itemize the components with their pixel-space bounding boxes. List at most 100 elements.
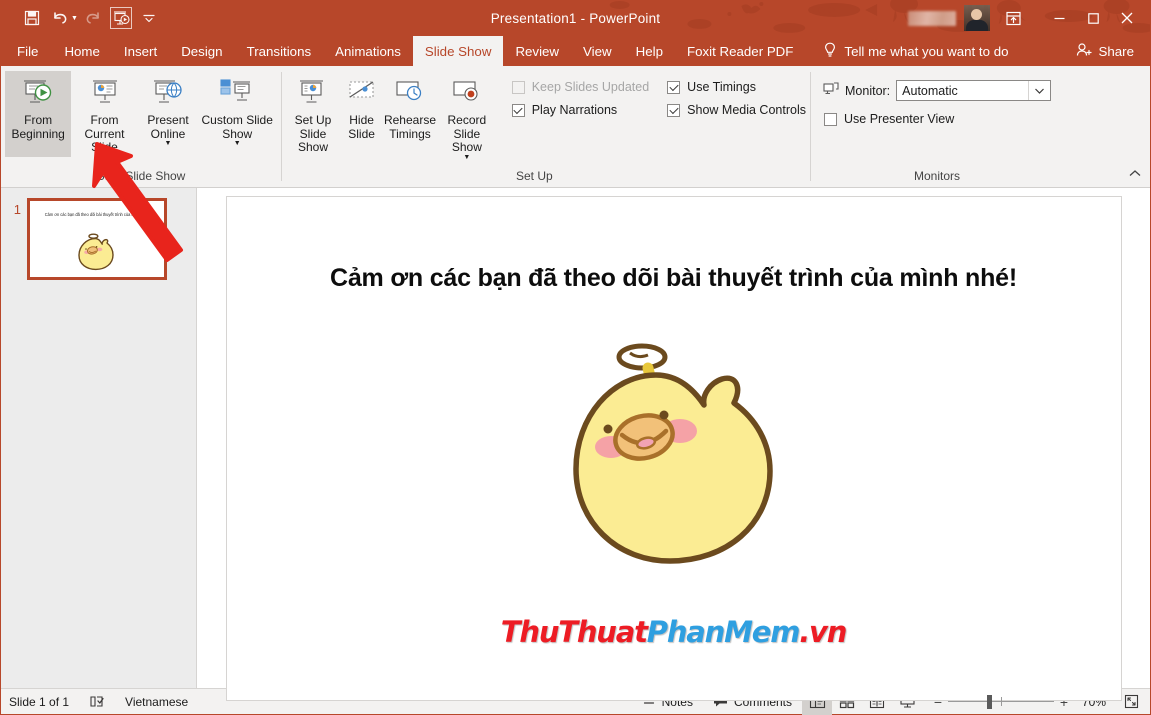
rehearse-timings-button[interactable]: RehearseTimings: [384, 71, 436, 157]
tab-design[interactable]: Design: [169, 36, 234, 66]
monitor-label: Monitor:: [845, 84, 890, 98]
checkbox-box: [667, 81, 680, 94]
monitor-icon: [823, 82, 839, 99]
minimize-button[interactable]: [1042, 4, 1076, 32]
ribbon-group-monitors: Monitor: Automatic Use Presenter View Mo…: [811, 66, 1063, 187]
record-slide-show-label: Record SlideShow: [436, 114, 498, 155]
present-online-dropdown-caret-icon[interactable]: ▼: [165, 141, 172, 147]
present-online-label: PresentOnline: [147, 114, 188, 141]
language-indicator[interactable]: Vietnamese: [115, 689, 198, 715]
set-up-checkbox-column-2: Use Timings Show Media Controls: [649, 71, 806, 117]
present-online-button[interactable]: PresentOnline ▼: [139, 71, 198, 157]
ribbon-group-start-slide-show: FromBeginning FromCurrent Slide: [1, 66, 281, 187]
tab-foxit-reader-pdf[interactable]: Foxit Reader PDF: [675, 36, 805, 66]
group-label-monitors: Monitors: [811, 167, 1063, 187]
set-up-slide-show-icon: [296, 76, 330, 110]
slide-thumbnail-1[interactable]: Cảm ơn các bạn đã theo dõi bài thuyết tr…: [27, 198, 167, 280]
tab-help[interactable]: Help: [624, 36, 675, 66]
yellow-chick-cartoon-thumbnail: [75, 231, 119, 276]
zoom-slider[interactable]: [948, 689, 1054, 715]
tell-me-search[interactable]: Tell me what you want to do: [805, 36, 1008, 66]
watermark-part3: .vn: [799, 615, 846, 649]
zoom-slider-handle[interactable]: [987, 695, 992, 709]
slide-count[interactable]: Slide 1 of 1: [1, 689, 79, 715]
record-slide-show-dropdown-caret-icon[interactable]: ▼: [463, 155, 470, 161]
spellcheck-icon[interactable]: [79, 689, 115, 715]
powerpoint-window: ▼ Pres: [0, 0, 1151, 715]
use-presenter-view-checkbox[interactable]: Use Presenter View: [823, 112, 954, 126]
record-slide-show-icon: [450, 76, 484, 110]
use-timings-checkbox[interactable]: Use Timings: [667, 80, 806, 94]
set-up-slide-show-button[interactable]: Set UpSlide Show: [286, 71, 340, 157]
slide-canvas[interactable]: Cảm ơn các bạn đã theo dõi bài thuyết tr…: [226, 196, 1122, 701]
set-up-checkbox-column-1: Keep Slides Updated Play Narrations: [498, 71, 649, 117]
tab-review[interactable]: Review: [503, 36, 571, 66]
ribbon-display-options-icon[interactable]: [998, 5, 1028, 31]
slide-editing-area[interactable]: Cảm ơn các bạn đã theo dõi bài thuyết tr…: [197, 188, 1150, 688]
redo-icon[interactable]: [80, 5, 106, 31]
watermark: ThuThuatPhanMem.vn: [501, 615, 846, 649]
account-name-blurred: [908, 11, 956, 26]
fit-slide-to-window-button[interactable]: [1118, 689, 1144, 715]
undo-icon[interactable]: [47, 5, 73, 31]
from-current-slide-button[interactable]: FromCurrent Slide: [71, 71, 137, 157]
ribbon-tabs: File Home Insert Design Transitions Anim…: [1, 36, 1150, 66]
ribbon: FromBeginning FromCurrent Slide: [1, 66, 1150, 188]
checkbox-box: [667, 104, 680, 117]
custom-slide-show-icon: [219, 76, 255, 110]
customize-quick-access-toolbar-icon[interactable]: [136, 5, 162, 31]
tab-animations[interactable]: Animations: [323, 36, 413, 66]
title-bar-right-controls: [908, 4, 1150, 32]
start-from-beginning-icon[interactable]: [108, 5, 134, 31]
keep-slides-updated-checkbox[interactable]: Keep Slides Updated: [512, 80, 649, 94]
tab-view[interactable]: View: [571, 36, 624, 66]
keep-slides-updated-label: Keep Slides Updated: [532, 80, 649, 94]
group-label-start-slide-show: Start Slide Show: [1, 167, 281, 187]
present-online-icon: [151, 76, 185, 110]
from-current-slide-label: FromCurrent Slide: [71, 114, 137, 155]
custom-slide-show-dropdown-caret-icon[interactable]: ▼: [234, 141, 241, 147]
use-presenter-view-label: Use Presenter View: [844, 112, 954, 126]
title-bar: ▼ Pres: [1, 0, 1150, 36]
slide-title-text[interactable]: Cảm ơn các bạn đã theo dõi bài thuyết tr…: [227, 264, 1121, 293]
use-timings-label: Use Timings: [687, 80, 756, 94]
maximize-restore-button[interactable]: [1076, 4, 1110, 32]
slide-thumbnail-pane[interactable]: 1 Cảm ơn các bạn đã theo dõi bài thuyết …: [1, 188, 197, 688]
zoom-slider-tick: [1001, 697, 1002, 706]
save-icon[interactable]: [19, 5, 45, 31]
chevron-down-icon[interactable]: [1028, 81, 1050, 100]
play-narrations-checkbox[interactable]: Play Narrations: [512, 103, 649, 117]
from-beginning-icon: [21, 76, 55, 110]
share-person-icon: [1076, 42, 1093, 61]
tab-file[interactable]: File: [1, 36, 52, 66]
watermark-part2: PhanMem: [647, 615, 799, 649]
rehearse-timings-icon: [393, 76, 427, 110]
quick-access-toolbar: ▼: [1, 5, 162, 31]
yellow-chick-cartoon[interactable]: [564, 339, 784, 576]
hide-slide-label: HideSlide: [348, 114, 375, 141]
custom-slide-show-button[interactable]: Custom SlideShow ▼: [197, 71, 277, 157]
tab-home[interactable]: Home: [52, 36, 111, 66]
thumbnail-number: 1: [9, 198, 27, 217]
from-current-slide-icon: [88, 76, 122, 110]
tell-me-label: Tell me what you want to do: [844, 44, 1008, 59]
show-media-controls-label: Show Media Controls: [687, 103, 806, 117]
close-button[interactable]: [1110, 4, 1144, 32]
show-media-controls-checkbox[interactable]: Show Media Controls: [667, 103, 806, 117]
monitor-select[interactable]: Automatic: [896, 80, 1051, 101]
tab-slide-show[interactable]: Slide Show: [413, 36, 504, 66]
tab-insert[interactable]: Insert: [112, 36, 169, 66]
avatar[interactable]: [964, 5, 990, 31]
share-button[interactable]: Share: [1076, 36, 1150, 66]
checkbox-box: [512, 81, 525, 94]
monitor-select-value: Automatic: [902, 84, 1028, 98]
ribbon-group-set-up: Set UpSlide Show HideSlide: [282, 66, 810, 187]
hide-slide-button[interactable]: HideSlide: [340, 71, 383, 157]
tab-transitions[interactable]: Transitions: [235, 36, 324, 66]
collapse-ribbon-button[interactable]: [1128, 165, 1142, 183]
watermark-part1: ThuThuat: [501, 615, 647, 649]
thumbnail-title-text: Cảm ơn các bạn đã theo dõi bài thuyết tr…: [36, 212, 158, 218]
from-beginning-label: FromBeginning: [11, 114, 64, 141]
record-slide-show-button[interactable]: Record SlideShow ▼: [436, 71, 498, 161]
from-beginning-button[interactable]: FromBeginning: [5, 71, 71, 157]
